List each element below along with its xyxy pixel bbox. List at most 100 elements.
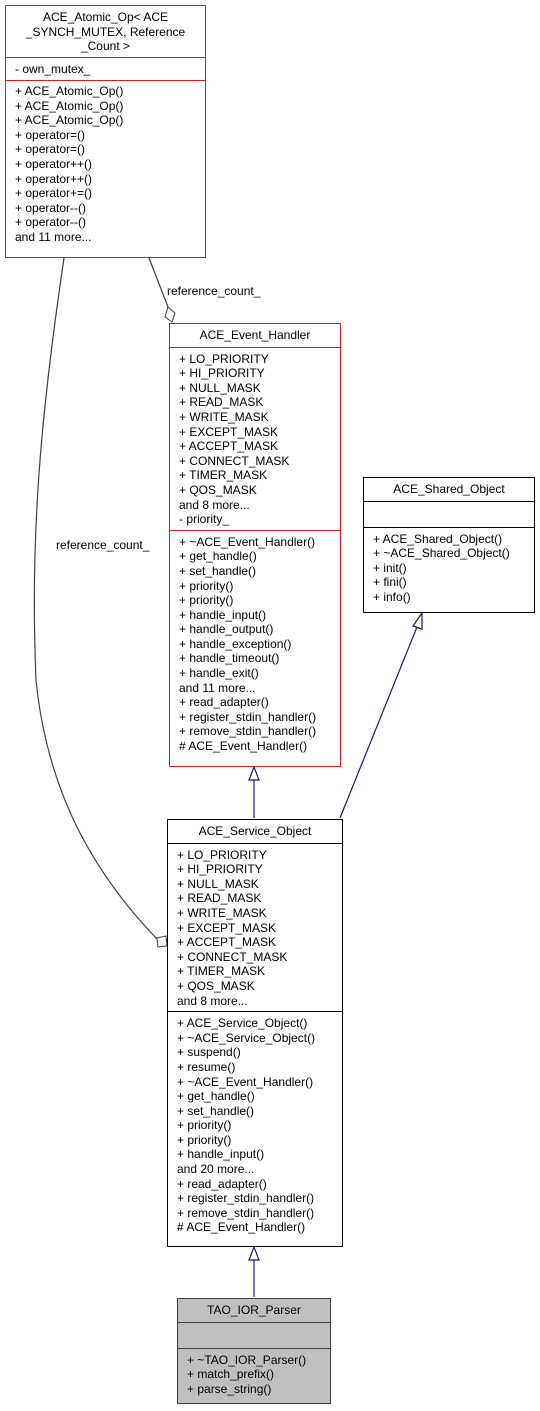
attributes-section: + LO_PRIORITY + HI_PRIORITY + NULL_MASK …	[170, 346, 340, 530]
class-title-line: ACE_Atomic_Op< ACE	[42, 10, 169, 24]
attribute: + ACCEPT_MASK	[179, 439, 279, 454]
usage-edge-atomic-to-service-object	[33, 257, 159, 941]
method: + info()	[373, 589, 411, 604]
method: + priority()	[179, 593, 234, 608]
class-node-ace-shared-object[interactable]: ACE_Shared_Object + ACE_Shared_Object() …	[363, 477, 535, 613]
method: + priority()	[177, 1118, 232, 1133]
attribute: + WRITE_MASK	[177, 905, 267, 920]
method: + init()	[373, 560, 407, 575]
class-node-ace-service-object[interactable]: ACE_Service_Object + LO_PRIORITY + HI_PR…	[167, 819, 343, 1247]
method: + set_handle()	[179, 563, 257, 578]
attributes-section	[364, 500, 534, 527]
attribute: - priority_	[179, 512, 230, 527]
aggregation-diamond-icon	[164, 306, 176, 323]
method: + ACE_Atomic_Op()	[15, 98, 124, 113]
method: + match_prefix()	[187, 1367, 275, 1382]
method: + priority()	[179, 578, 234, 593]
attribute: and 8 more...	[177, 993, 248, 1008]
attributes-section: - own_mutex_	[6, 56, 205, 81]
class-title: ACE_Service_Object	[198, 824, 312, 838]
methods-section: + ~ACE_Event_Handler() + get_handle() + …	[170, 529, 340, 757]
class-title: ACE_Event_Handler	[199, 328, 311, 342]
method: + operator--()	[15, 200, 87, 215]
method: + register_stdin_handler()	[177, 1191, 315, 1206]
method: and 11 more...	[179, 680, 256, 695]
attributes-section	[178, 1321, 330, 1348]
method: + handle_exit()	[179, 666, 259, 681]
attribute: + HI_PRIORITY	[177, 862, 263, 877]
method: + operator++()	[15, 157, 93, 172]
inheritance-edge-service-to-shared-object	[339, 626, 418, 819]
method: + read_adapter()	[177, 1176, 267, 1191]
method: + operator=()	[15, 127, 86, 142]
attribute: + HI_PRIORITY	[179, 366, 265, 381]
attribute: + LO_PRIORITY	[179, 351, 269, 366]
method: + handle_output()	[179, 622, 274, 637]
method: + fini()	[373, 575, 407, 590]
method: + ACE_Atomic_Op()	[15, 113, 124, 128]
class-node-ace-atomic-op[interactable]: ACE_Atomic_Op< ACE _SYNCH_MUTEX, Referen…	[5, 5, 206, 258]
class-title: TAO_IOR_Parser	[207, 1303, 301, 1317]
method: + operator=()	[15, 142, 86, 157]
methods-section: + ACE_Service_Object() + ~ACE_Service_Ob…	[168, 1011, 342, 1238]
inheritance-arrow-icon	[412, 611, 423, 630]
attribute: + CONNECT_MASK	[177, 949, 288, 964]
class-title-line: _Count >	[80, 39, 131, 53]
method: + get_handle()	[179, 549, 257, 564]
attribute: and 8 more...	[179, 497, 250, 512]
inheritance-arrow-icon	[248, 1245, 260, 1261]
edge-label-reference-count: reference_count_	[56, 538, 150, 552]
methods-section: + ACE_Shared_Object() + ~ACE_Shared_Obje…	[364, 526, 534, 608]
method: + priority()	[177, 1132, 232, 1147]
attribute: + EXCEPT_MASK	[177, 920, 277, 935]
method: + read_adapter()	[179, 695, 269, 710]
attribute: + READ_MASK	[179, 395, 264, 410]
method: + ACE_Shared_Object()	[373, 531, 503, 546]
method: + get_handle()	[177, 1089, 255, 1104]
method: + resume()	[177, 1059, 236, 1074]
method: + handle_input()	[177, 1147, 265, 1162]
methods-section: + ~TAO_IOR_Parser() + match_prefix() + p…	[178, 1347, 330, 1400]
method: # ACE_Event_Handler()	[177, 1220, 306, 1235]
method: + remove_stdin_handler()	[179, 724, 317, 739]
attributes-section: + LO_PRIORITY + HI_PRIORITY + NULL_MASK …	[168, 842, 342, 1012]
class-title: ACE_Atomic_Op< ACE _SYNCH_MUTEX, Referen…	[6, 6, 205, 57]
method: + remove_stdin_handler()	[177, 1205, 315, 1220]
attribute: + QOS_MASK	[179, 482, 257, 497]
class-node-ace-event-handler[interactable]: ACE_Event_Handler + LO_PRIORITY + HI_PRI…	[169, 323, 341, 767]
attribute: + TIMER_MASK	[177, 964, 266, 979]
method: + ACE_Atomic_Op()	[15, 84, 124, 99]
attribute: + NULL_MASK	[177, 876, 259, 891]
class-node-tao-ior-parser[interactable]: TAO_IOR_Parser + ~TAO_IOR_Parser() + mat…	[177, 1298, 331, 1404]
method: + suspend()	[177, 1045, 241, 1060]
attribute: + QOS_MASK	[177, 978, 255, 993]
attribute: + NULL_MASK	[179, 380, 261, 395]
attribute: + READ_MASK	[177, 891, 262, 906]
method: + ~ACE_Event_Handler()	[177, 1074, 314, 1089]
method: + ~TAO_IOR_Parser()	[187, 1352, 307, 1367]
method: + handle_exception()	[179, 636, 292, 651]
method: and 20 more...	[177, 1162, 255, 1177]
method: + register_stdin_handler()	[179, 709, 317, 724]
class-title: ACE_Shared_Object	[393, 482, 505, 496]
method: + ~ACE_Event_Handler()	[179, 534, 316, 549]
method: + ACE_Service_Object()	[177, 1016, 308, 1031]
inheritance-arrow-icon	[248, 765, 260, 781]
method: + operator--()	[15, 215, 87, 230]
method: + set_handle()	[177, 1103, 255, 1118]
edge-label-reference-count: reference_count_	[167, 284, 261, 298]
attribute: + LO_PRIORITY	[177, 847, 267, 862]
method: + handle_input()	[179, 607, 267, 622]
method: + ~ACE_Service_Object()	[177, 1030, 316, 1045]
method: + handle_timeout()	[179, 651, 280, 666]
usage-edge-atomic-to-event-handler	[148, 257, 169, 308]
method: + operator+=()	[15, 186, 93, 201]
method: and 11 more...	[15, 230, 92, 245]
attribute: + WRITE_MASK	[179, 409, 269, 424]
class-title-line: _SYNCH_MUTEX, Reference	[25, 24, 186, 39]
attribute: + TIMER_MASK	[179, 468, 268, 483]
method: + ~ACE_Shared_Object()	[373, 546, 510, 561]
attribute: - own_mutex_	[15, 61, 91, 76]
attribute: + CONNECT_MASK	[179, 453, 290, 468]
aggregation-diamond-icon	[156, 935, 168, 948]
